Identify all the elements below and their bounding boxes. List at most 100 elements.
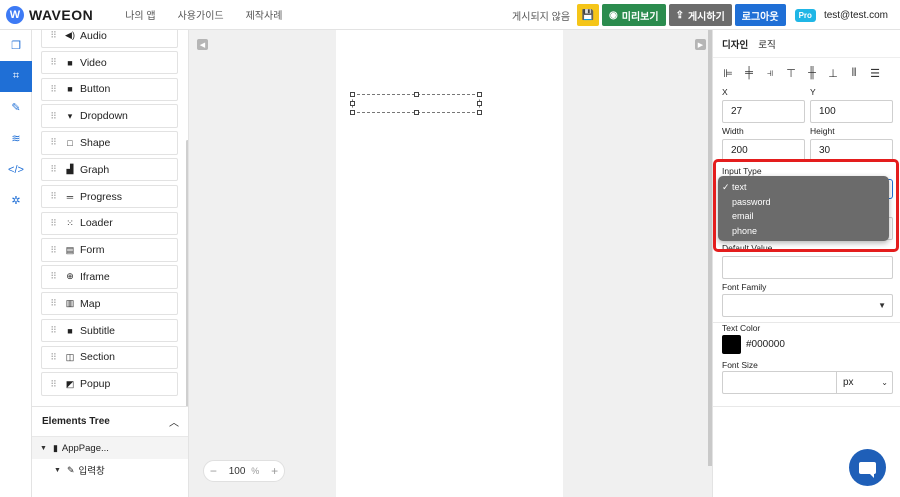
default-value-input[interactable] [722, 256, 893, 279]
nav-my-apps[interactable]: 나의 앱 [125, 7, 155, 22]
chat-button[interactable] [849, 449, 886, 486]
component-item-button[interactable]: ⠿ ■ Button [41, 77, 178, 102]
nav-user-guide[interactable]: 사용가이드 [178, 7, 224, 22]
preview-button[interactable]: ◉ 미리보기 [602, 4, 666, 26]
resize-handle[interactable] [477, 92, 482, 97]
pages-icon[interactable]: ❐ [0, 30, 32, 61]
drag-handle-icon[interactable]: ⠿ [42, 111, 64, 122]
drag-handle-icon[interactable]: ⠿ [42, 379, 64, 390]
component-label: Shape [80, 136, 111, 149]
drag-handle-icon[interactable]: ⠿ [42, 164, 64, 175]
save-button[interactable]: 💾 [577, 4, 600, 26]
x-input[interactable]: 27 [722, 100, 805, 123]
font-family-select[interactable]: ▼ [722, 294, 893, 317]
code-icon[interactable]: </> [0, 154, 32, 185]
tree-node-app-page[interactable]: ▼ ▮ AppPage... [32, 437, 188, 459]
option-text[interactable]: ✓ text [718, 180, 889, 195]
drag-handle-icon[interactable]: ⠿ [42, 30, 64, 41]
component-icon: ◩ [65, 378, 75, 389]
component-item-subtitle[interactable]: ⠿ ■ Subtitle [41, 318, 178, 343]
width-label: Width [722, 126, 744, 136]
option-label: phone [732, 225, 758, 236]
component-item-popup[interactable]: ⠿ ◩ Popup [41, 372, 178, 396]
component-item-audio[interactable]: ⠿ ◀) Audio [41, 30, 178, 48]
component-item-form[interactable]: ⠿ ▤ Form [41, 238, 178, 262]
chevron-up-icon[interactable]: ︿ [169, 414, 179, 429]
resize-handle[interactable] [414, 92, 419, 97]
y-input[interactable]: 100 [810, 100, 893, 123]
drag-handle-icon[interactable]: ⠿ [42, 191, 64, 202]
component-item-iframe[interactable]: ⠿ ⊕ Iframe [41, 265, 178, 289]
drag-handle-icon[interactable]: ⠿ [42, 84, 64, 95]
height-input[interactable]: 30 [810, 139, 893, 162]
publish-label: 게시하기 [687, 11, 725, 23]
distribute-v-icon[interactable]: ☰ [868, 67, 882, 80]
check-icon: ✓ [722, 181, 730, 192]
zoom-out-button[interactable]: − [210, 464, 217, 478]
component-icon: ▤ [65, 244, 75, 255]
component-item-shape[interactable]: ⠿ □ Shape [41, 131, 178, 155]
caret-down-icon: ▼ [878, 301, 886, 310]
logout-button[interactable]: 로그아웃 [734, 4, 786, 26]
option-password[interactable]: password [718, 195, 889, 210]
resize-handle[interactable] [350, 92, 355, 97]
drag-handle-icon[interactable]: ⠿ [42, 57, 64, 68]
y-label: Y [810, 87, 816, 97]
drag-handle-icon[interactable]: ⠿ [42, 137, 64, 148]
app-page-canvas[interactable] [336, 30, 563, 497]
font-size-unit-select[interactable]: px ⌄ [836, 372, 894, 393]
option-email[interactable]: email [718, 209, 889, 224]
component-item-loader[interactable]: ⠿ ⁙ Loader [41, 211, 178, 236]
align-bottom-icon[interactable]: ⊥ [826, 67, 840, 80]
drag-handle-icon[interactable]: ⠿ [42, 271, 64, 282]
align-top-icon[interactable]: ⊤ [784, 67, 798, 80]
align-center-h-icon[interactable]: ╪ [742, 67, 756, 80]
align-right-icon[interactable]: ⫣ [763, 67, 777, 80]
nav-showcase[interactable]: 제작사례 [246, 7, 283, 22]
drag-handle-icon[interactable]: ⠿ [42, 245, 64, 256]
width-input[interactable]: 200 [722, 139, 805, 162]
drag-handle-icon[interactable]: ⠿ [42, 298, 64, 309]
drag-handle-icon[interactable]: ⠿ [42, 352, 64, 363]
option-label: password [732, 196, 771, 207]
database-icon[interactable]: ≋ [0, 123, 32, 154]
components-icon[interactable]: ⌗ [0, 61, 32, 92]
drag-handle-icon[interactable]: ⠿ [42, 218, 64, 229]
component-label: Dropdown [80, 110, 128, 123]
brush-icon[interactable]: ✎ [0, 92, 32, 123]
option-label: text [732, 182, 747, 193]
component-item-dropdown[interactable]: ⠿ ▾ Dropdown [41, 104, 178, 128]
resize-handle[interactable] [350, 101, 355, 106]
elements-tree-header[interactable]: Elements Tree ︿ [32, 407, 188, 437]
component-label: Progress [80, 190, 123, 203]
resize-handle[interactable] [477, 101, 482, 106]
logo[interactable]: W WAVEON [6, 5, 94, 24]
component-item-video[interactable]: ⠿ ■ Video [41, 50, 178, 75]
collapse-right-icon[interactable]: ▶ [695, 39, 706, 50]
text-color-swatch[interactable] [722, 335, 741, 354]
logo-text: WAVEON [29, 6, 94, 23]
tab-design[interactable]: 디자인 [722, 37, 748, 51]
publish-button[interactable]: ⇪ 게시하기 [668, 4, 732, 26]
component-item-section[interactable]: ⠿ ◫ Section [41, 345, 178, 370]
resize-handle[interactable] [414, 110, 419, 115]
distribute-h-icon[interactable]: ⫴ [847, 67, 861, 80]
resize-handle[interactable] [477, 110, 482, 115]
collapse-left-icon[interactable]: ◀ [197, 39, 208, 50]
tab-logic[interactable]: 로직 [758, 37, 775, 51]
align-middle-v-icon[interactable]: ╫ [805, 67, 819, 80]
align-left-icon[interactable]: ⊫ [721, 67, 735, 80]
component-item-progress[interactable]: ⠿ ═ Progress [41, 184, 178, 209]
selected-input-element[interactable] [350, 92, 482, 115]
settings-icon[interactable]: ✲ [0, 185, 32, 216]
component-item-graph[interactable]: ⠿ ▟ Graph [41, 157, 178, 182]
tree-node-input[interactable]: ▼ ✎ 입력창 [32, 459, 188, 481]
resize-handle[interactable] [350, 110, 355, 115]
zoom-in-button[interactable]: + [271, 464, 278, 478]
caret-down-icon[interactable]: ▼ [40, 445, 47, 452]
option-phone[interactable]: phone [718, 224, 889, 239]
component-item-map[interactable]: ⠿ ▥ Map [41, 291, 178, 316]
zoom-value: 100 [228, 465, 246, 477]
caret-down-icon[interactable]: ▼ [54, 467, 61, 474]
drag-handle-icon[interactable]: ⠿ [42, 325, 64, 336]
